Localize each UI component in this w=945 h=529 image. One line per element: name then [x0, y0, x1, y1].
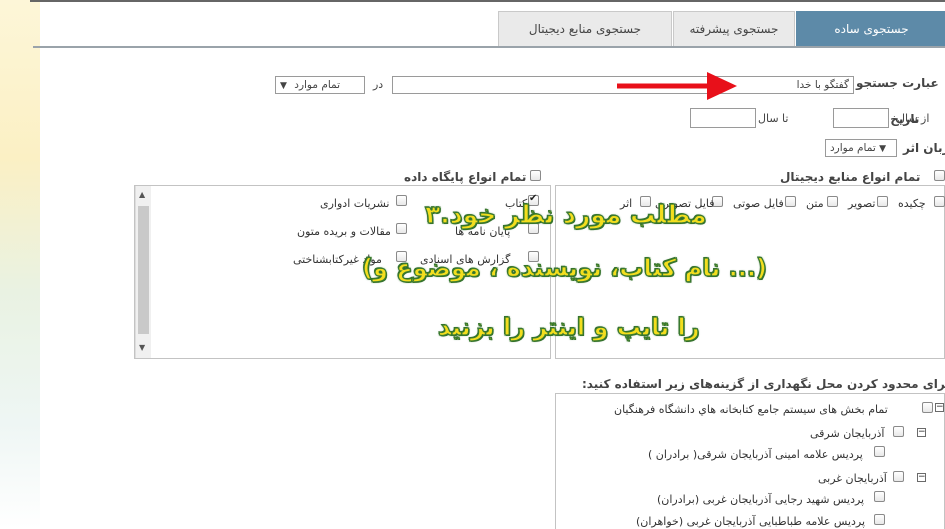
- all-digital-checkbox[interactable]: [934, 170, 945, 181]
- tabs-underline: [33, 46, 945, 48]
- database-checkbox[interactable]: [396, 223, 407, 234]
- digital-item: چکیده: [898, 197, 926, 210]
- tree-node: آذربایجان شرقی: [810, 427, 885, 440]
- digital-item: فایل صوتی: [733, 197, 784, 210]
- background-glow: [0, 0, 40, 529]
- language-select[interactable]: تمام موارد ▼: [825, 139, 897, 157]
- databases-scrollbar[interactable]: ▲ ▼: [135, 186, 151, 358]
- tree-node-root: تمام بخش های سیستم جامع کتابخانه هاي دان…: [614, 403, 888, 416]
- all-databases-label: تمام انواع پایگاه داده: [404, 170, 527, 184]
- language-label: زبان اثر: [903, 141, 945, 155]
- top-divider: [30, 0, 945, 2]
- all-digital-label: تمام انواع منابع دیجیتال: [780, 170, 921, 184]
- scope-value: تمام موارد: [294, 79, 341, 91]
- in-label: در: [373, 78, 384, 91]
- tree-node: پردیس شهید رجایی آذربایجان غربی (برادران…: [657, 493, 865, 506]
- language-value: تمام موارد: [830, 142, 876, 154]
- tree-node: آذربایجان غربی: [818, 472, 887, 485]
- collapse-icon[interactable]: −: [917, 473, 926, 482]
- holdings-checkbox[interactable]: [922, 402, 933, 413]
- scroll-thumb[interactable]: [138, 206, 149, 334]
- holdings-checkbox[interactable]: [874, 514, 885, 525]
- digital-item: متن: [806, 197, 824, 210]
- digital-checkbox[interactable]: [934, 196, 945, 207]
- database-item: نشریات ادواری: [320, 197, 390, 210]
- database-checkbox[interactable]: [396, 195, 407, 206]
- instruction-overlay-line3: را تایپ و اینتر را بزنید: [437, 312, 700, 341]
- database-item: مقالات و بریده متون: [297, 225, 391, 238]
- instruction-overlay-line2: (نام کتاب، نویسنده ، موضوع و ...): [361, 253, 767, 282]
- all-databases-checkbox[interactable]: [530, 170, 541, 181]
- digital-checkbox[interactable]: [877, 196, 888, 207]
- holdings-checkbox[interactable]: [874, 491, 885, 502]
- instruction-overlay-line1: ۳.مطلب مورد نظر خود: [424, 199, 707, 229]
- holdings-checkbox[interactable]: [893, 471, 904, 482]
- collapse-icon[interactable]: −: [917, 428, 926, 437]
- red-arrow-icon: [617, 72, 737, 100]
- from-year-input[interactable]: [833, 108, 889, 128]
- holdings-heading: برای محدود کردن محل نگهداری از گزینه‌های…: [582, 377, 945, 391]
- chevron-down-icon: ▼: [879, 144, 887, 154]
- holdings-checkbox[interactable]: [874, 446, 885, 457]
- chevron-down-icon: ▼: [280, 81, 287, 91]
- tab-advanced-search[interactable]: جستجوی پیشرفته: [673, 11, 795, 47]
- collapse-icon[interactable]: −: [935, 403, 944, 412]
- to-year-input[interactable]: [690, 108, 756, 128]
- search-phrase-label: عبارت جستجو: [856, 76, 939, 90]
- holdings-checkbox[interactable]: [893, 426, 904, 437]
- from-year-label: از سال: [897, 112, 930, 125]
- tree-node: پردیس علامه طباطبایی آذربایجان غربی (خوا…: [636, 515, 866, 528]
- scroll-up-icon[interactable]: ▲: [139, 190, 145, 199]
- digital-checkbox[interactable]: [827, 196, 838, 207]
- scope-select[interactable]: ▼ تمام موارد: [275, 76, 365, 94]
- tree-node: پردیس علامه امینی آذربایجان شرقی( برادرا…: [648, 448, 863, 461]
- to-year-label: تا سال: [758, 112, 789, 125]
- tab-simple-search[interactable]: جستجوی ساده: [796, 11, 945, 47]
- digital-item: تصویر: [848, 197, 876, 210]
- scroll-down-icon[interactable]: ▼: [139, 343, 145, 352]
- digital-checkbox[interactable]: [785, 196, 796, 207]
- tab-digital-search[interactable]: جستجوی منابع دیجیتال: [498, 11, 672, 47]
